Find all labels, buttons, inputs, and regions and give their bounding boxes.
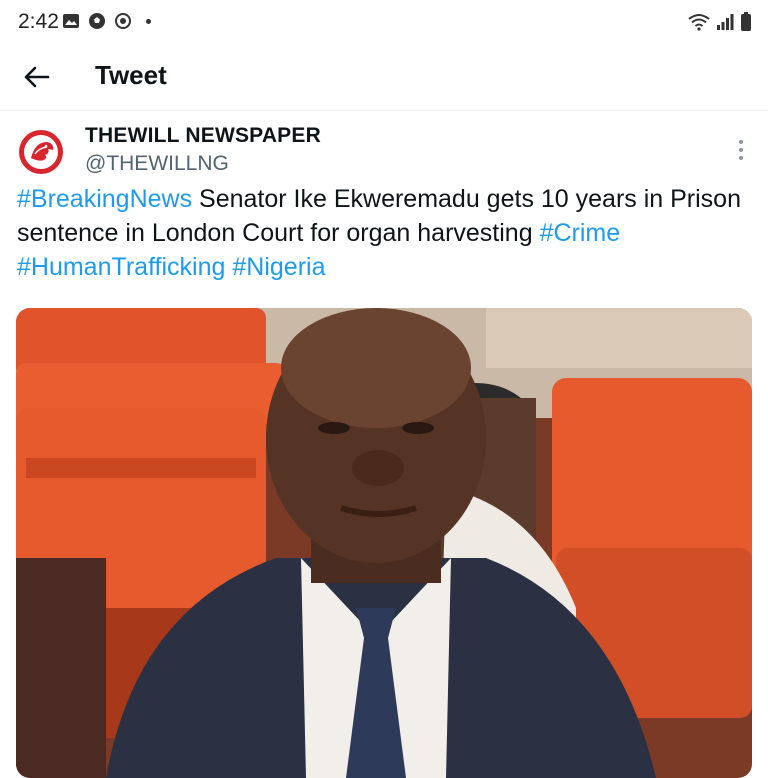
tweet-media-photo[interactable] (16, 308, 752, 778)
hashtag-link[interactable]: #HumanTrafficking (17, 253, 225, 281)
gallery-icon (63, 14, 79, 28)
status-right-icons (688, 12, 752, 32)
eagle-logo-icon (17, 128, 65, 176)
whatsapp-icon (115, 13, 131, 29)
battery-icon (741, 12, 751, 31)
hashtag-link[interactable]: #Nigeria (232, 253, 325, 281)
hashtag-link[interactable]: #BreakingNews (17, 185, 192, 213)
author-name[interactable]: THEWILL NEWSPAPER (85, 124, 321, 148)
signal-icon (717, 14, 734, 30)
status-time: 2:42 (18, 10, 59, 33)
top-app-bar: Tweet (0, 46, 768, 111)
hashtag-link[interactable]: #Crime (540, 219, 621, 247)
status-bar: 2:42 (0, 0, 768, 46)
soccer-ball-icon (89, 13, 105, 29)
tweet-text: #BreakingNews Senator Ike Ekweremadu get… (17, 182, 757, 284)
back-arrow-icon[interactable] (22, 62, 52, 92)
notification-dot (146, 18, 151, 24)
page-title: Tweet (95, 60, 167, 90)
author-handle[interactable]: @THEWILLNG (85, 152, 229, 176)
avatar[interactable] (17, 128, 65, 176)
wifi-icon (688, 14, 710, 31)
status-left-icons (62, 12, 151, 30)
more-options-icon[interactable] (734, 138, 748, 162)
photo-illustration (16, 308, 752, 778)
